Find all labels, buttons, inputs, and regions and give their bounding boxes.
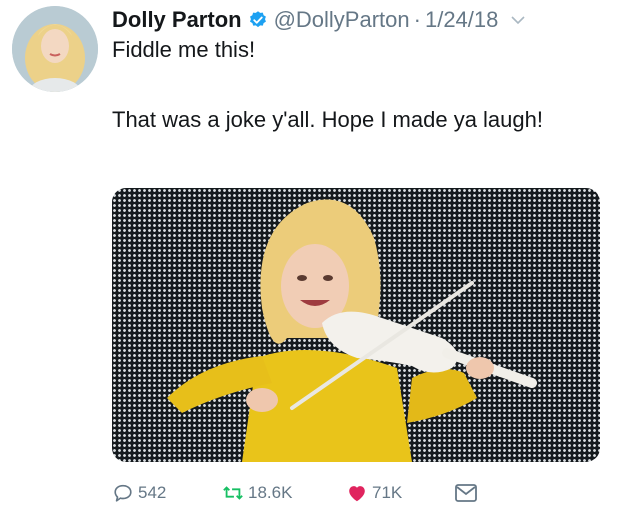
- tweet-header: Dolly Parton @DollyParton · 1/24/18: [112, 6, 632, 34]
- tweet-action-bar: 542 18.6K 71K: [112, 482, 482, 504]
- author-handle[interactable]: @DollyParton: [274, 6, 410, 34]
- avatar-image: [12, 6, 98, 92]
- tweet-text-line-2: That was a joke y'all. Hope I made ya la…: [112, 107, 543, 132]
- author-avatar[interactable]: [12, 6, 98, 92]
- envelope-icon: [455, 484, 477, 502]
- tweet-text-line-1: Fiddle me this!: [112, 37, 256, 62]
- photo-dolly-playing-fiddle: [167, 199, 537, 462]
- separator-dot: ·: [413, 7, 421, 32]
- reply-button[interactable]: 542: [112, 482, 222, 504]
- retweet-icon: [223, 486, 243, 500]
- heart-icon: [349, 486, 365, 502]
- reply-icon: [114, 484, 132, 502]
- like-button[interactable]: 71K: [346, 482, 454, 504]
- chevron-down-icon[interactable]: [510, 12, 526, 28]
- tweet-media-image[interactable]: [112, 188, 600, 462]
- like-count: 71K: [372, 483, 403, 502]
- tweet-date[interactable]: 1/24/18: [425, 6, 498, 34]
- retweet-button[interactable]: 18.6K: [222, 482, 346, 504]
- author-name[interactable]: Dolly Parton: [112, 6, 242, 34]
- retweet-count: 18.6K: [248, 483, 293, 502]
- reply-count: 542: [138, 483, 167, 502]
- direct-message-button[interactable]: [454, 482, 482, 504]
- verified-badge-icon: [249, 11, 266, 28]
